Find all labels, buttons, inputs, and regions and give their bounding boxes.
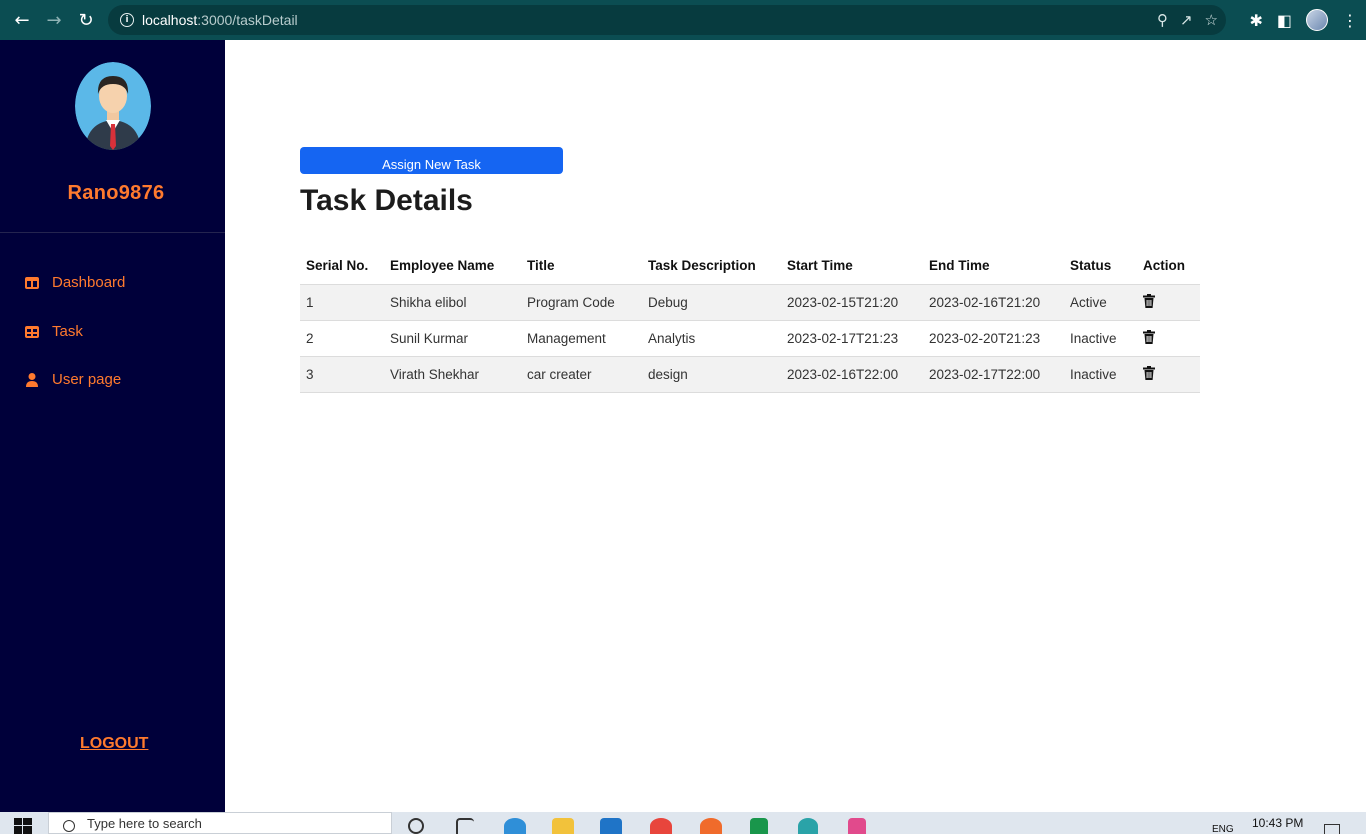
action-cell (1137, 356, 1200, 393)
title-cell: Management (521, 320, 642, 357)
user-icon (24, 372, 40, 388)
app-icon-teal[interactable] (798, 818, 818, 834)
sidebar-divider (0, 232, 225, 233)
language-indicator[interactable]: ENG (1212, 824, 1234, 834)
description-cell: Debug (642, 284, 781, 321)
action-cell (1137, 320, 1200, 357)
username: Rano9876 (67, 182, 165, 204)
employee-cell: Virath Shekhar (384, 356, 521, 393)
notification-icon[interactable] (1324, 824, 1340, 834)
file-explorer-icon[interactable] (552, 818, 574, 834)
end-time-cell: 2023-02-17T22:00 (923, 356, 1064, 393)
table-row: 2 Sunil Kurmar Management Analytis 2023-… (300, 320, 1200, 357)
title-cell: Program Code (521, 284, 642, 321)
browser-toolbar: ← → ↻ i localhost:3000/taskDetail ⚲ ↗ ☆ … (0, 0, 1366, 40)
page-title: Task Details (300, 184, 473, 217)
clock[interactable]: 10:43 PM (1252, 816, 1303, 830)
extensions-icon[interactable]: ✱ (1249, 11, 1262, 30)
serial-cell: 1 (300, 284, 384, 321)
serial-cell: 2 (300, 320, 384, 357)
column-header: Start Time (781, 248, 923, 285)
logout-link[interactable]: LOGOUT (80, 735, 148, 753)
cortana-icon[interactable] (408, 818, 424, 834)
address-bar[interactable]: i localhost:3000/taskDetail ⚲ ↗ ☆ (108, 5, 1226, 35)
url-host: localhost (142, 12, 198, 28)
vscode-icon[interactable] (600, 818, 622, 834)
os-taskbar: Type here to search ENG 10:43 PM (0, 812, 1366, 834)
task-table: Serial No. Employee Name Title Task Desc… (300, 248, 1200, 393)
profile-avatar-image (75, 62, 151, 150)
edge-icon[interactable] (504, 818, 526, 834)
trash-icon[interactable] (1143, 293, 1155, 308)
start-time-cell: 2023-02-17T21:23 (781, 320, 923, 357)
title-cell: car creater (521, 356, 642, 393)
sidebar: Rano9876 Dashboard Task User page LOGOUT (0, 40, 225, 812)
app-icon-orange[interactable] (700, 818, 722, 834)
sidebar-item-dashboard[interactable]: Dashboard (24, 274, 125, 291)
share-icon[interactable]: ↗ (1180, 11, 1193, 29)
app-icon-green[interactable] (750, 818, 768, 834)
start-time-cell: 2023-02-16T22:00 (781, 356, 923, 393)
forward-button[interactable]: → (38, 4, 70, 36)
table-icon (24, 324, 40, 340)
bookmark-star-icon[interactable]: ☆ (1205, 11, 1218, 29)
task-view-icon[interactable] (456, 818, 474, 834)
employee-cell: Shikha elibol (384, 284, 521, 321)
sidebar-item-label: Dashboard (52, 274, 126, 291)
dashboard-icon (24, 275, 40, 291)
serial-cell: 3 (300, 356, 384, 393)
sidebar-item-label: User page (52, 371, 122, 388)
description-cell: Analytis (642, 320, 781, 357)
table-row: 3 Virath Shekhar car creater design 2023… (300, 356, 1200, 393)
profile-avatar[interactable] (1306, 9, 1328, 31)
taskbar-search-input[interactable]: Type here to search (48, 812, 392, 834)
column-header: End Time (923, 248, 1064, 285)
column-header: Action (1137, 248, 1200, 285)
back-button[interactable]: ← (6, 4, 38, 36)
assign-new-task-button[interactable]: Assign New Task (300, 147, 563, 174)
action-cell (1137, 284, 1200, 321)
trash-icon[interactable] (1143, 329, 1155, 344)
chrome-icon[interactable] (650, 818, 672, 834)
site-info-icon[interactable]: i (120, 13, 134, 27)
status-cell: Active (1064, 284, 1137, 321)
app-icon-pink[interactable] (848, 818, 866, 834)
description-cell: design (642, 356, 781, 393)
end-time-cell: 2023-02-16T21:20 (923, 284, 1064, 321)
column-header: Employee Name (384, 248, 521, 285)
start-time-cell: 2023-02-15T21:20 (781, 284, 923, 321)
status-cell: Inactive (1064, 320, 1137, 357)
column-header: Status (1064, 248, 1137, 285)
taskbar-search-placeholder: Type here to search (87, 815, 202, 831)
column-header: Title (521, 248, 642, 285)
trash-icon[interactable] (1143, 365, 1155, 380)
sidebar-item-task[interactable]: Task (24, 323, 83, 340)
table-header-row: Serial No. Employee Name Title Task Desc… (300, 248, 1200, 285)
search-icon (63, 820, 75, 832)
column-header: Task Description (642, 248, 781, 285)
zoom-icon[interactable]: ⚲ (1157, 11, 1168, 29)
windows-start-icon[interactable] (14, 818, 32, 834)
table-row: 1 Shikha elibol Program Code Debug 2023-… (300, 284, 1200, 321)
employee-cell: Sunil Kurmar (384, 320, 521, 357)
side-panel-icon[interactable]: ◧ (1277, 11, 1292, 30)
end-time-cell: 2023-02-20T21:23 (923, 320, 1064, 357)
reload-button[interactable]: ↻ (70, 4, 102, 36)
menu-kebab-icon[interactable]: ⋮ (1342, 11, 1358, 30)
url-path: :3000/taskDetail (197, 12, 298, 28)
sidebar-item-label: Task (52, 323, 83, 340)
sidebar-item-user-page[interactable]: User page (24, 371, 121, 388)
status-cell: Inactive (1064, 356, 1137, 393)
column-header: Serial No. (300, 248, 384, 285)
